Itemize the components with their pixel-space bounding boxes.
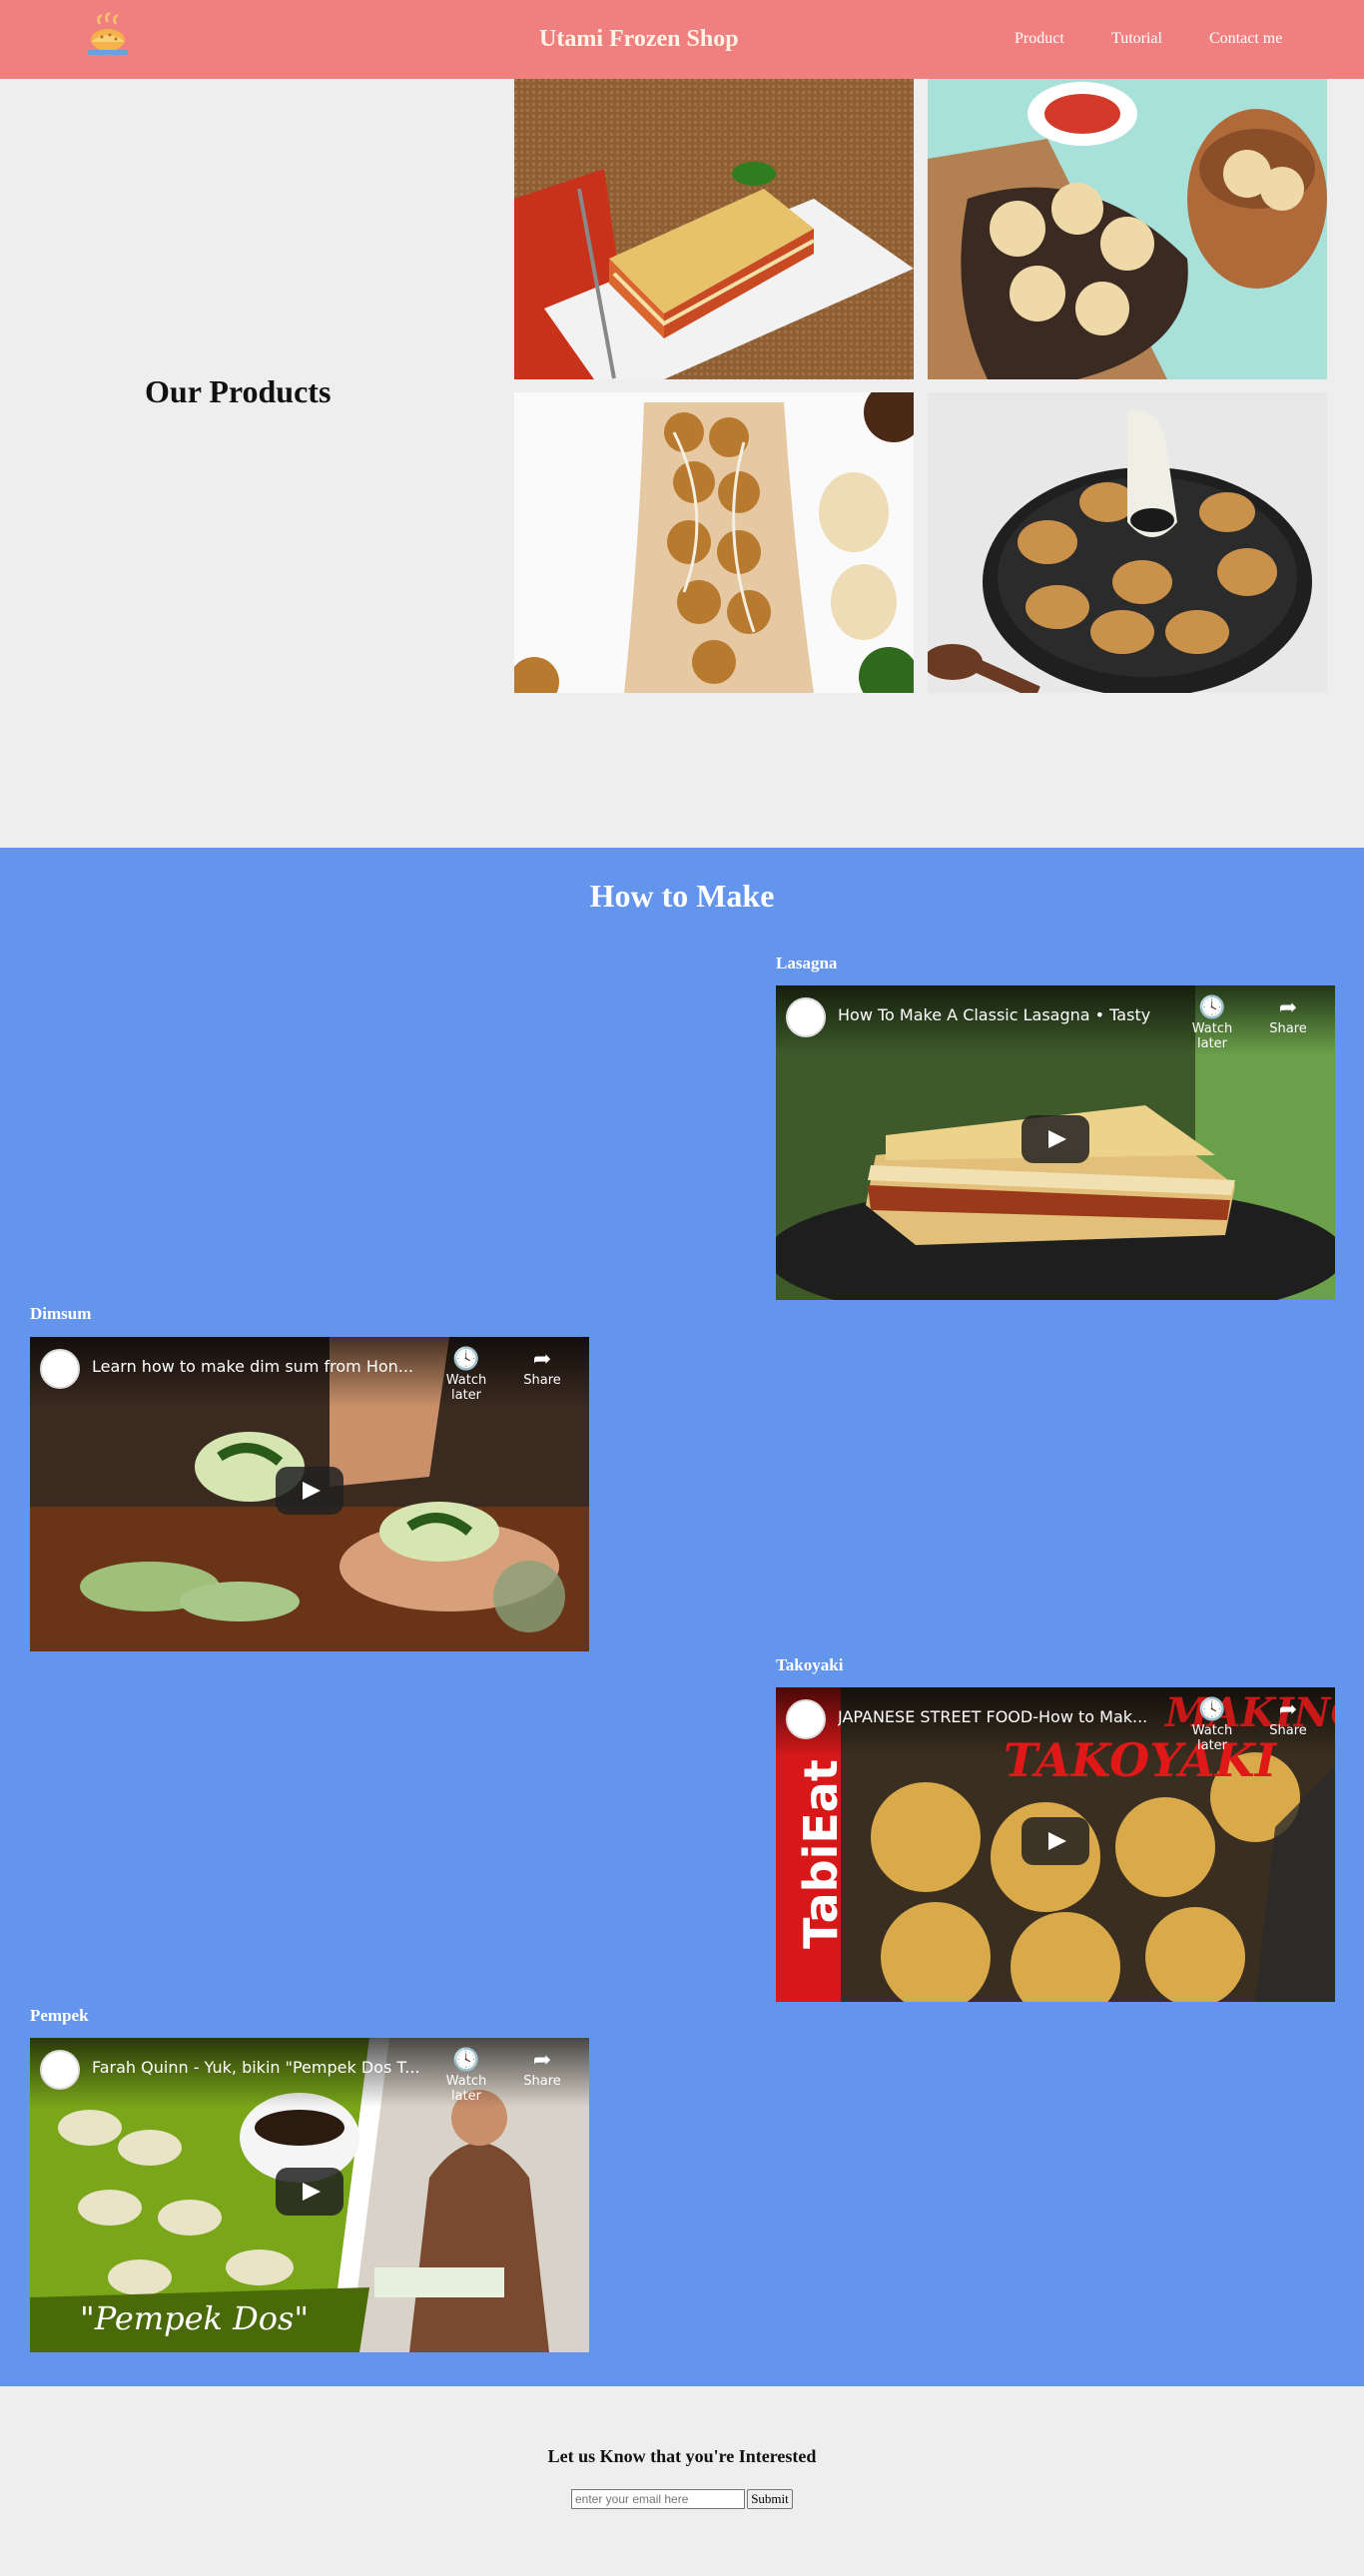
channel-avatar[interactable] (40, 2050, 80, 2090)
video-title[interactable]: Farah Quinn - Yuk, bikin "Pempek Dos T..… (92, 2058, 420, 2077)
video-label-takoyaki: Takoyaki (776, 1655, 844, 1674)
clock-icon: 🕓 (452, 1347, 480, 1372)
video-title[interactable]: How To Make A Classic Lasagna • Tasty (838, 1005, 1150, 1024)
channel-avatar[interactable] (786, 997, 826, 1037)
watch-later-label: Watch later (445, 2074, 487, 2104)
video-takoyaki[interactable]: MAKING TAKOYAKI TabiEat JAPANESE STREET … (776, 1687, 1335, 2002)
video-label-lasagna: Lasagna (776, 954, 838, 972)
overlay-caption: "Pempek Dos" (80, 2299, 310, 2337)
share-button[interactable]: ➦ Share (1253, 1697, 1323, 1738)
food-logo-icon[interactable] (80, 10, 136, 66)
video-dimsum[interactable]: Learn how to make dim sum from Hon... 🕓 W… (30, 1337, 589, 1651)
nav-tutorial[interactable]: Tutorial (1111, 30, 1162, 48)
tutorial-title: How to Make (589, 878, 775, 914)
play-icon[interactable] (276, 1467, 343, 1515)
share-icon: ➦ (532, 2048, 552, 2073)
share-icon: ➦ (1278, 995, 1298, 1020)
play-icon[interactable] (1022, 1817, 1089, 1865)
clock-icon: 🕓 (1198, 1697, 1226, 1722)
share-label: Share (1269, 1021, 1307, 1036)
tutorial-section: How to Make Lasagna How To Make A Classi… (0, 848, 1364, 2386)
share-label: Share (1269, 1723, 1307, 1738)
video-title[interactable]: JAPANESE STREET FOOD-How to Mak... (838, 1707, 1147, 1726)
play-icon[interactable] (1022, 1115, 1089, 1163)
pempek-image (928, 392, 1327, 693)
watch-later-label: Watch later (1191, 1723, 1233, 1753)
contact-title: Let us Know that you're Interested (547, 2446, 817, 2466)
watch-later-label: Watch later (445, 1373, 487, 1403)
nav-contact[interactable]: Contact me (1209, 30, 1282, 48)
video-label-pempek: Pempek (30, 2006, 89, 2025)
video-pempek[interactable]: "Pempek Dos" Farah Quinn - Yuk, bikin "P… (30, 2038, 589, 2352)
watch-later-button[interactable]: 🕓 Watch later (1177, 1697, 1247, 1753)
watch-later-button[interactable]: 🕓 Watch later (431, 1347, 501, 1403)
share-label: Share (523, 1373, 561, 1388)
submit-button[interactable]: Submit (747, 2489, 793, 2509)
share-button[interactable]: ➦ Share (1253, 995, 1323, 1036)
share-label: Share (523, 2074, 561, 2089)
products-title: Our Products (145, 373, 332, 409)
share-button[interactable]: ➦ Share (507, 2048, 577, 2089)
play-icon[interactable] (276, 2168, 343, 2216)
clock-icon: 🕓 (1198, 995, 1226, 1020)
watch-later-button[interactable]: 🕓 Watch later (431, 2048, 501, 2104)
lasagna-image (514, 79, 914, 379)
clock-icon: 🕓 (452, 2048, 480, 2073)
brand-title: Utami Frozen Shop (539, 26, 739, 52)
side-brand: TabiEat (793, 1759, 848, 1949)
video-title[interactable]: Learn how to make dim sum from Hon... (92, 1357, 413, 1376)
takoyaki-image (514, 392, 914, 693)
share-icon: ➦ (1278, 1697, 1298, 1722)
share-icon: ➦ (532, 1347, 552, 1372)
nav-product[interactable]: Product (1015, 30, 1064, 48)
channel-avatar[interactable] (40, 1349, 80, 1389)
watch-later-label: Watch later (1191, 1021, 1233, 1051)
video-lasagna[interactable]: How To Make A Classic Lasagna • Tasty 🕓 W… (776, 985, 1335, 1300)
video-label-dimsum: Dimsum (30, 1304, 92, 1323)
site-header: Utami Frozen Shop Product Tutorial Conta… (0, 0, 1364, 79)
watch-later-button[interactable]: 🕓 Watch later (1177, 995, 1247, 1051)
channel-avatar[interactable] (786, 1699, 826, 1739)
dimsum-image (928, 79, 1327, 379)
share-button[interactable]: ➦ Share (507, 1347, 577, 1388)
email-input[interactable] (571, 2489, 745, 2509)
